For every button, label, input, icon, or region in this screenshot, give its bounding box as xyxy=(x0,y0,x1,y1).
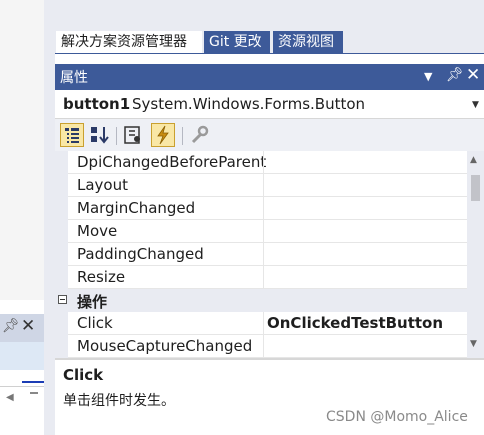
left-tool-window-indicator xyxy=(22,381,44,383)
editor-area xyxy=(0,0,44,300)
scroll-down-icon[interactable]: ▼ xyxy=(470,339,477,349)
property-label: Click xyxy=(77,314,113,332)
category-row[interactable]: 操作 xyxy=(55,289,467,312)
category-label: 操作 xyxy=(77,293,108,311)
properties-toolbar xyxy=(55,119,484,151)
property-row[interactable]: MarginChanged xyxy=(68,197,467,220)
left-scrollbar-track[interactable] xyxy=(0,386,44,387)
categorized-icon[interactable] xyxy=(60,123,84,147)
window-menu-icon[interactable]: ▼ xyxy=(424,70,432,83)
properties-icon[interactable] xyxy=(121,123,145,147)
dropdown-arrow-icon[interactable]: ▼ xyxy=(472,100,479,110)
watermark: CSDN @Momo_Alice xyxy=(326,409,468,425)
left-scroll-thumb[interactable] xyxy=(30,392,38,394)
property-row[interactable]: Resize xyxy=(68,266,467,289)
top-area xyxy=(55,0,484,30)
scroll-up-icon[interactable]: ▲ xyxy=(470,155,477,165)
property-label: PaddingChanged xyxy=(77,245,204,263)
property-value[interactable]: OnClickedTestButton xyxy=(267,314,443,332)
property-label: Resize xyxy=(77,268,126,286)
alphabetical-icon[interactable] xyxy=(88,123,112,147)
pin-icon[interactable]: 📌︎ xyxy=(2,318,20,334)
property-label: MarginChanged xyxy=(77,199,196,217)
properties-title-bar: 属性 ▼ 📌︎ ✕ xyxy=(55,64,484,90)
column-divider xyxy=(263,335,264,357)
property-row[interactable]: Layout xyxy=(68,174,467,197)
property-label: MouseCaptureChanged xyxy=(77,337,253,355)
description-title: Click xyxy=(63,366,104,384)
column-divider xyxy=(263,312,264,334)
property-row[interactable]: Move xyxy=(68,220,467,243)
tab-underline xyxy=(55,53,484,54)
tab-git-changes[interactable]: Git 更改 xyxy=(204,31,270,53)
left-tool-window-header: 📌︎ ✕ xyxy=(0,314,44,342)
collapse-icon[interactable] xyxy=(58,295,67,304)
pin-icon[interactable]: 📌︎ xyxy=(446,67,464,83)
property-label: Layout xyxy=(77,176,128,194)
description-text: 单击组件时发生。 xyxy=(63,393,175,409)
object-selector[interactable]: button1 System.Windows.Forms.Button ▼ xyxy=(55,92,484,119)
property-row[interactable]: MouseCaptureChanged xyxy=(68,335,467,358)
close-icon[interactable]: ✕ xyxy=(466,65,480,85)
object-name: button1 xyxy=(63,95,131,113)
tab-resource-view[interactable]: 资源视图 xyxy=(273,31,343,53)
vertical-scrollbar[interactable]: ▲ ▼ xyxy=(467,151,484,358)
property-grid: DpiChangedBeforeParent Layout MarginChange… xyxy=(55,151,467,358)
object-type: System.Windows.Forms.Button xyxy=(132,95,366,113)
property-row[interactable]: DpiChangedBeforeParent xyxy=(68,151,467,174)
property-row[interactable]: PaddingChanged xyxy=(68,243,467,266)
toolbar-separator xyxy=(116,127,117,145)
grid-gutter xyxy=(55,151,68,358)
column-divider xyxy=(263,220,264,242)
splitter[interactable] xyxy=(44,0,55,435)
column-divider xyxy=(263,151,264,173)
column-divider xyxy=(263,174,264,196)
property-label: Move xyxy=(77,222,118,240)
left-tool-window-selected-item[interactable] xyxy=(0,342,44,370)
tab-solution-explorer[interactable]: 解决方案资源管理器 xyxy=(56,31,202,53)
scroll-left-icon[interactable]: ◀ xyxy=(6,392,14,403)
column-divider xyxy=(263,197,264,219)
property-row[interactable]: Click OnClickedTestButton xyxy=(68,312,467,335)
events-icon[interactable] xyxy=(151,123,175,147)
close-icon[interactable]: ✕ xyxy=(21,316,35,336)
scroll-thumb[interactable] xyxy=(471,175,480,201)
toolbar-separator xyxy=(182,127,183,145)
column-divider xyxy=(263,243,264,265)
property-pages-icon[interactable] xyxy=(188,123,212,147)
panel-title: 属性 xyxy=(60,70,88,86)
property-label: DpiChangedBeforeParent xyxy=(77,153,267,171)
column-divider xyxy=(263,266,264,288)
